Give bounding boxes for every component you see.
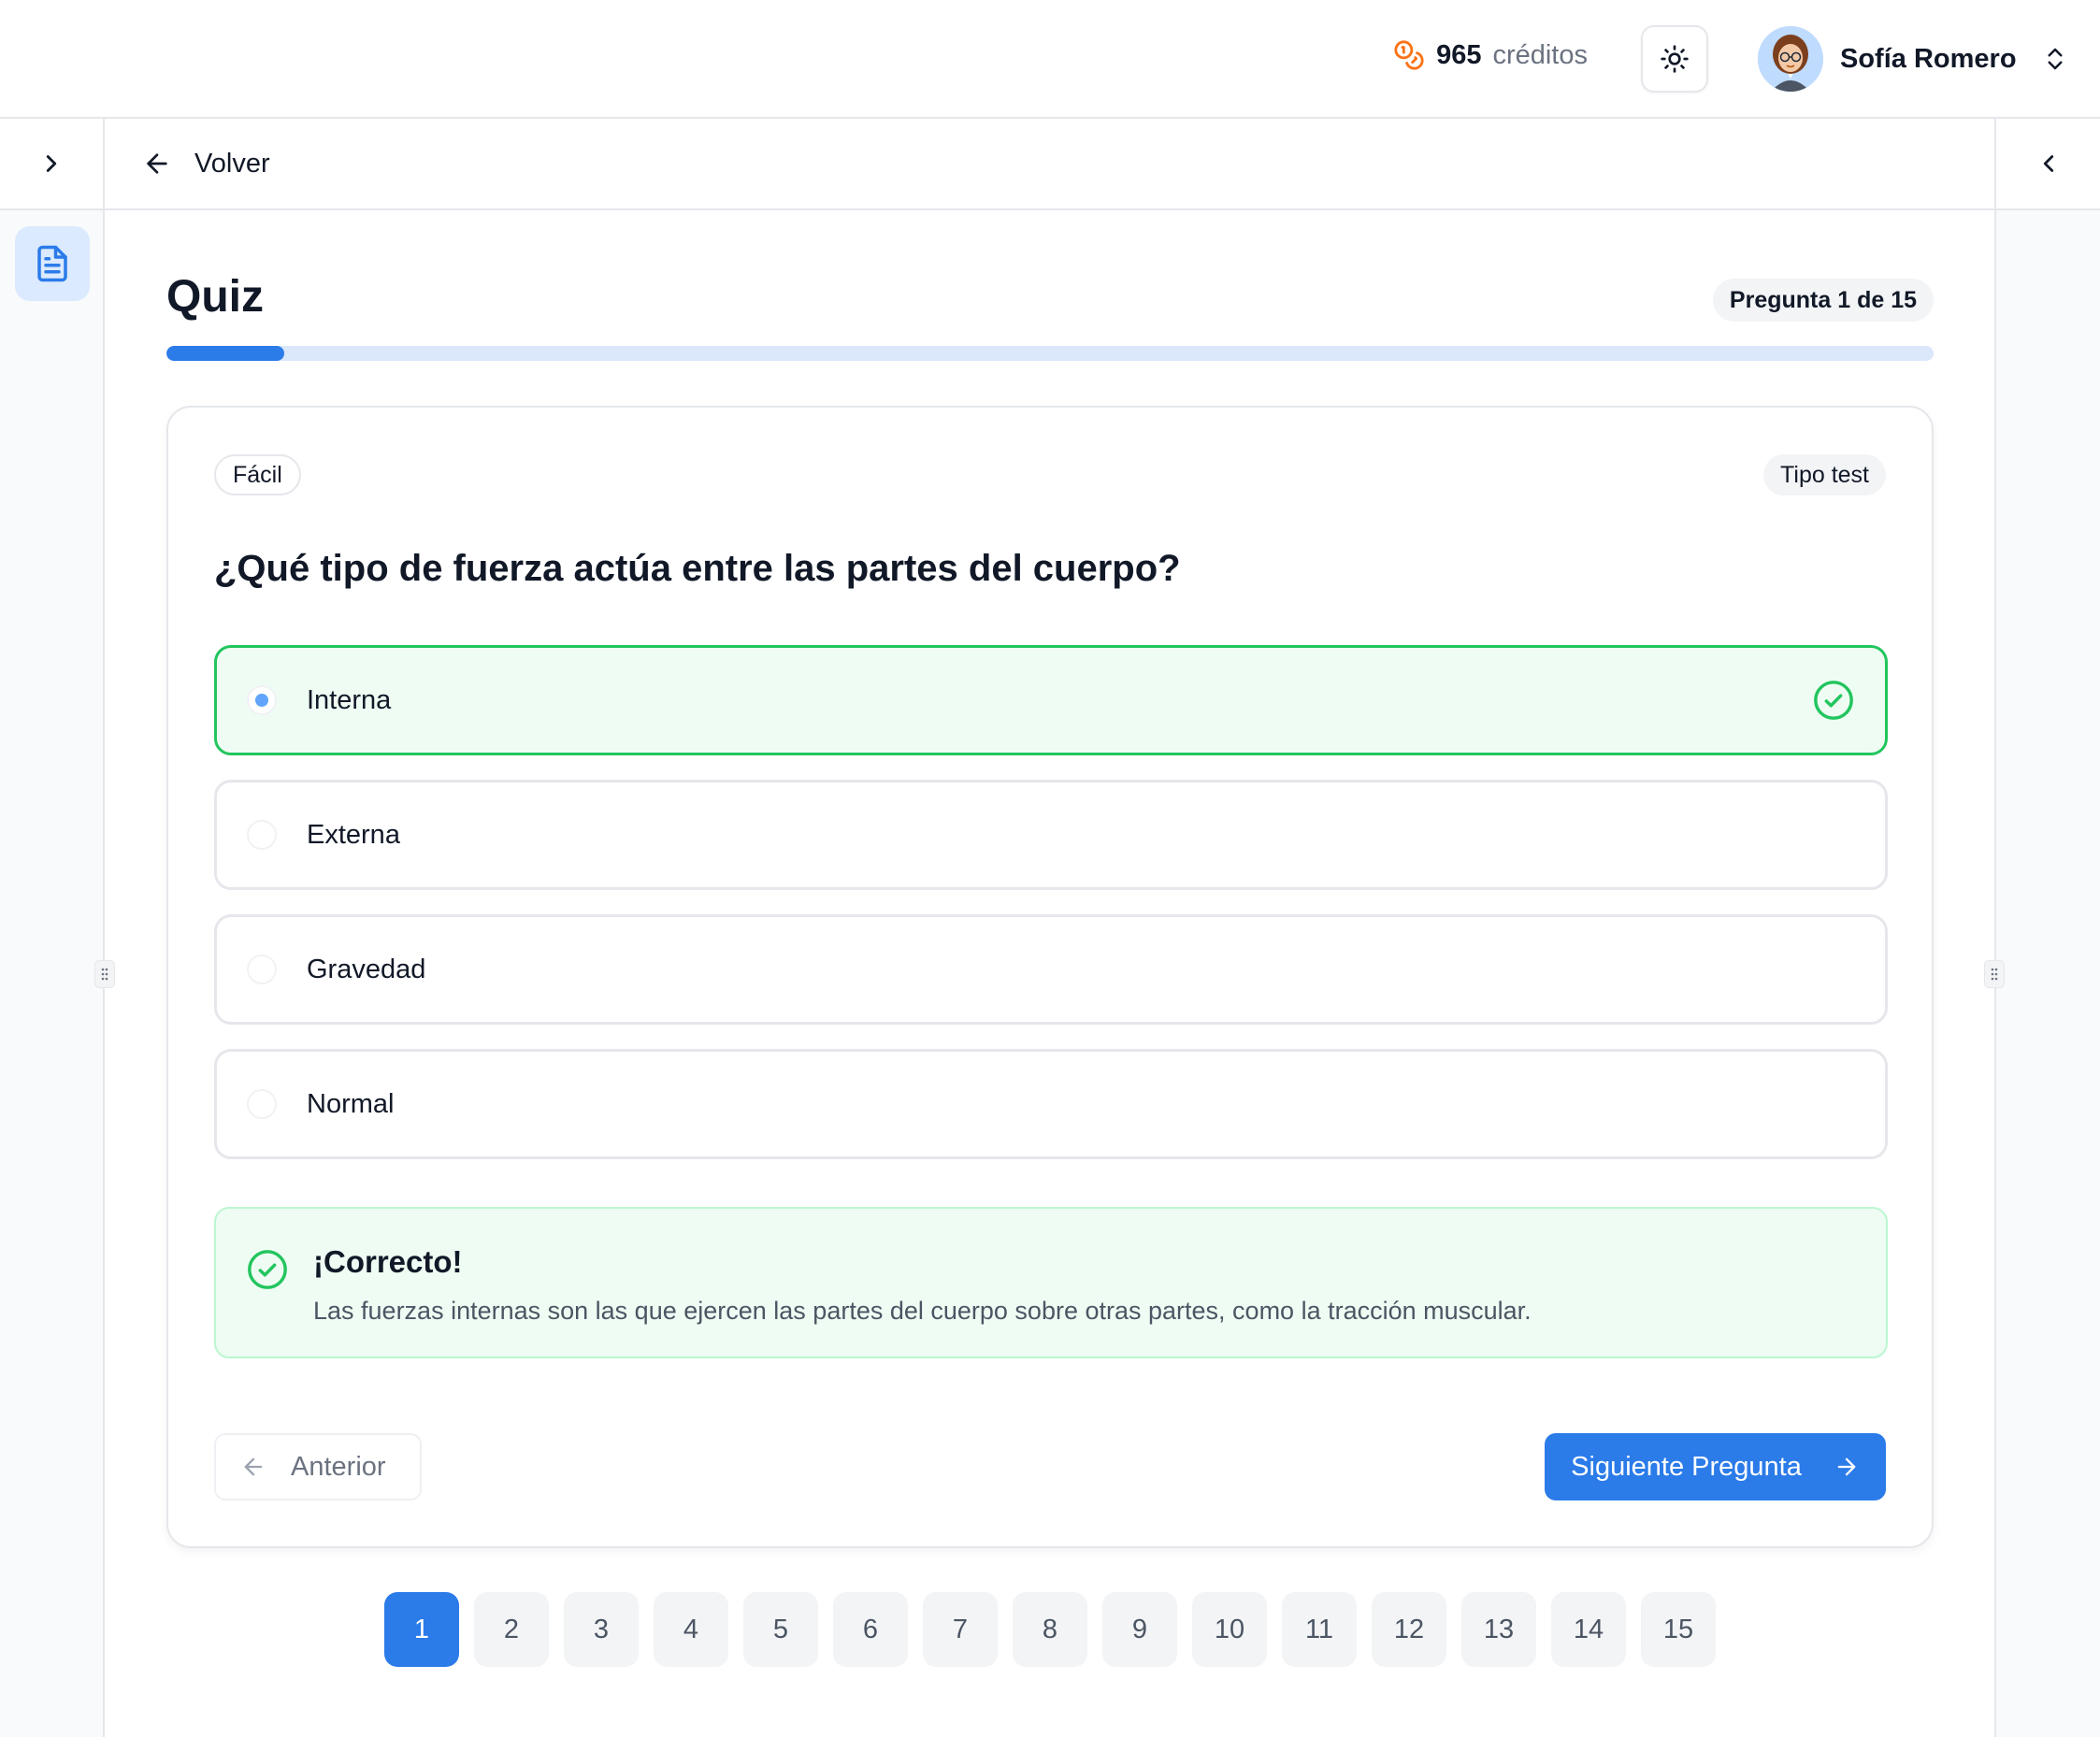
answer-option[interactable]: Normal	[214, 1049, 1888, 1159]
back-label: Volver	[194, 148, 270, 179]
page-button[interactable]: 14	[1551, 1592, 1626, 1667]
arrow-left-icon	[147, 153, 167, 174]
arrow-left-icon	[244, 1457, 263, 1476]
avatar	[1758, 26, 1823, 92]
page-button[interactable]: 2	[474, 1592, 549, 1667]
chevron-left-icon	[2043, 155, 2053, 172]
quiz-progress-bar	[166, 346, 1934, 361]
feedback-panel: ¡Correcto! Las fuerzas internas son las …	[214, 1207, 1888, 1358]
radio-button[interactable]	[247, 685, 277, 715]
collapse-right-sidebar-button[interactable]	[1996, 119, 2100, 210]
sun-icon	[1661, 45, 1689, 73]
page-button[interactable]: 12	[1372, 1592, 1446, 1667]
page-button[interactable]: 3	[564, 1592, 639, 1667]
left-sidebar	[0, 119, 105, 1737]
radio-button[interactable]	[247, 820, 277, 850]
page-button[interactable]: 10	[1192, 1592, 1267, 1667]
chevron-right-icon	[46, 155, 57, 172]
previous-button-label: Anterior	[291, 1451, 386, 1482]
question-pagination: 1 2 3 4 5 6 7 8 9 10 11 12 13 14 15	[384, 1592, 1716, 1667]
right-resize-handle[interactable]	[1984, 960, 2005, 988]
next-question-button[interactable]: Siguiente Pregunta	[1545, 1433, 1886, 1500]
page-button[interactable]: 13	[1461, 1592, 1536, 1667]
page-button[interactable]: 15	[1641, 1592, 1716, 1667]
radio-button[interactable]	[247, 955, 277, 984]
top-bar: 965 créditos Sofía Romero	[0, 0, 2100, 119]
difficulty-badge: Fácil	[214, 454, 301, 495]
back-link[interactable]: Volver	[105, 119, 1994, 210]
page-button[interactable]: 1	[384, 1592, 459, 1667]
documents-nav-button[interactable]	[15, 226, 90, 301]
check-circle-icon	[1814, 681, 1853, 720]
answer-option[interactable]: Externa	[214, 780, 1888, 890]
answer-options: Interna Externa Gravedad Normal	[214, 645, 1888, 1184]
page-button[interactable]: 7	[923, 1592, 998, 1667]
page-button[interactable]: 9	[1102, 1592, 1177, 1667]
answer-option-label: Interna	[307, 684, 392, 715]
credits-unit: créditos	[1492, 39, 1588, 70]
radio-button[interactable]	[247, 1089, 277, 1119]
credits-value: 965	[1436, 39, 1482, 70]
page-button[interactable]: 6	[833, 1592, 908, 1667]
next-question-button-label: Siguiente Pregunta	[1571, 1451, 1802, 1482]
page-button[interactable]: 8	[1013, 1592, 1087, 1667]
page-button[interactable]: 5	[743, 1592, 818, 1667]
question-card: Fácil Tipo test ¿Qué tipo de fuerza actú…	[166, 406, 1934, 1548]
question-type-badge: Tipo test	[1763, 454, 1886, 495]
page-title: Quiz	[166, 272, 264, 322]
theme-toggle-button[interactable]	[1641, 25, 1708, 93]
expand-left-sidebar-button[interactable]	[0, 119, 103, 210]
feedback-explanation: Las fuerzas internas son las que ejercen…	[313, 1297, 1532, 1325]
left-resize-handle[interactable]	[94, 960, 115, 988]
question-counter-badge: Pregunta 1 de 15	[1712, 279, 1934, 322]
chevrons-up-down-icon	[2048, 48, 2063, 70]
page-button[interactable]: 11	[1282, 1592, 1357, 1667]
answer-option-label: Externa	[307, 819, 400, 850]
page-button[interactable]: 4	[654, 1592, 728, 1667]
user-menu[interactable]: Sofía Romero	[1758, 24, 2069, 93]
answer-option-label: Gravedad	[307, 954, 426, 984]
radio-selected-dot	[255, 694, 268, 707]
feedback-title: ¡Correcto!	[313, 1244, 463, 1279]
quiz-progress-fill	[166, 346, 285, 361]
credits-indicator: 965 créditos	[1393, 39, 1588, 71]
coins-icon	[1394, 40, 1424, 70]
document-icon	[37, 245, 67, 282]
right-sidebar	[1994, 119, 2100, 1737]
grip-icon	[101, 968, 108, 981]
answer-option-label: Normal	[307, 1088, 395, 1119]
previous-button[interactable]: Anterior	[214, 1433, 422, 1500]
user-name: Sofía Romero	[1840, 43, 2017, 74]
answer-option[interactable]: Gravedad	[214, 914, 1888, 1025]
question-text: ¿Qué tipo de fuerza actúa entre las part…	[214, 548, 1181, 589]
answer-option[interactable]: Interna	[214, 645, 1888, 755]
check-circle-icon	[248, 1250, 287, 1289]
grip-icon	[1991, 968, 1998, 981]
arrow-right-icon	[1837, 1457, 1856, 1476]
